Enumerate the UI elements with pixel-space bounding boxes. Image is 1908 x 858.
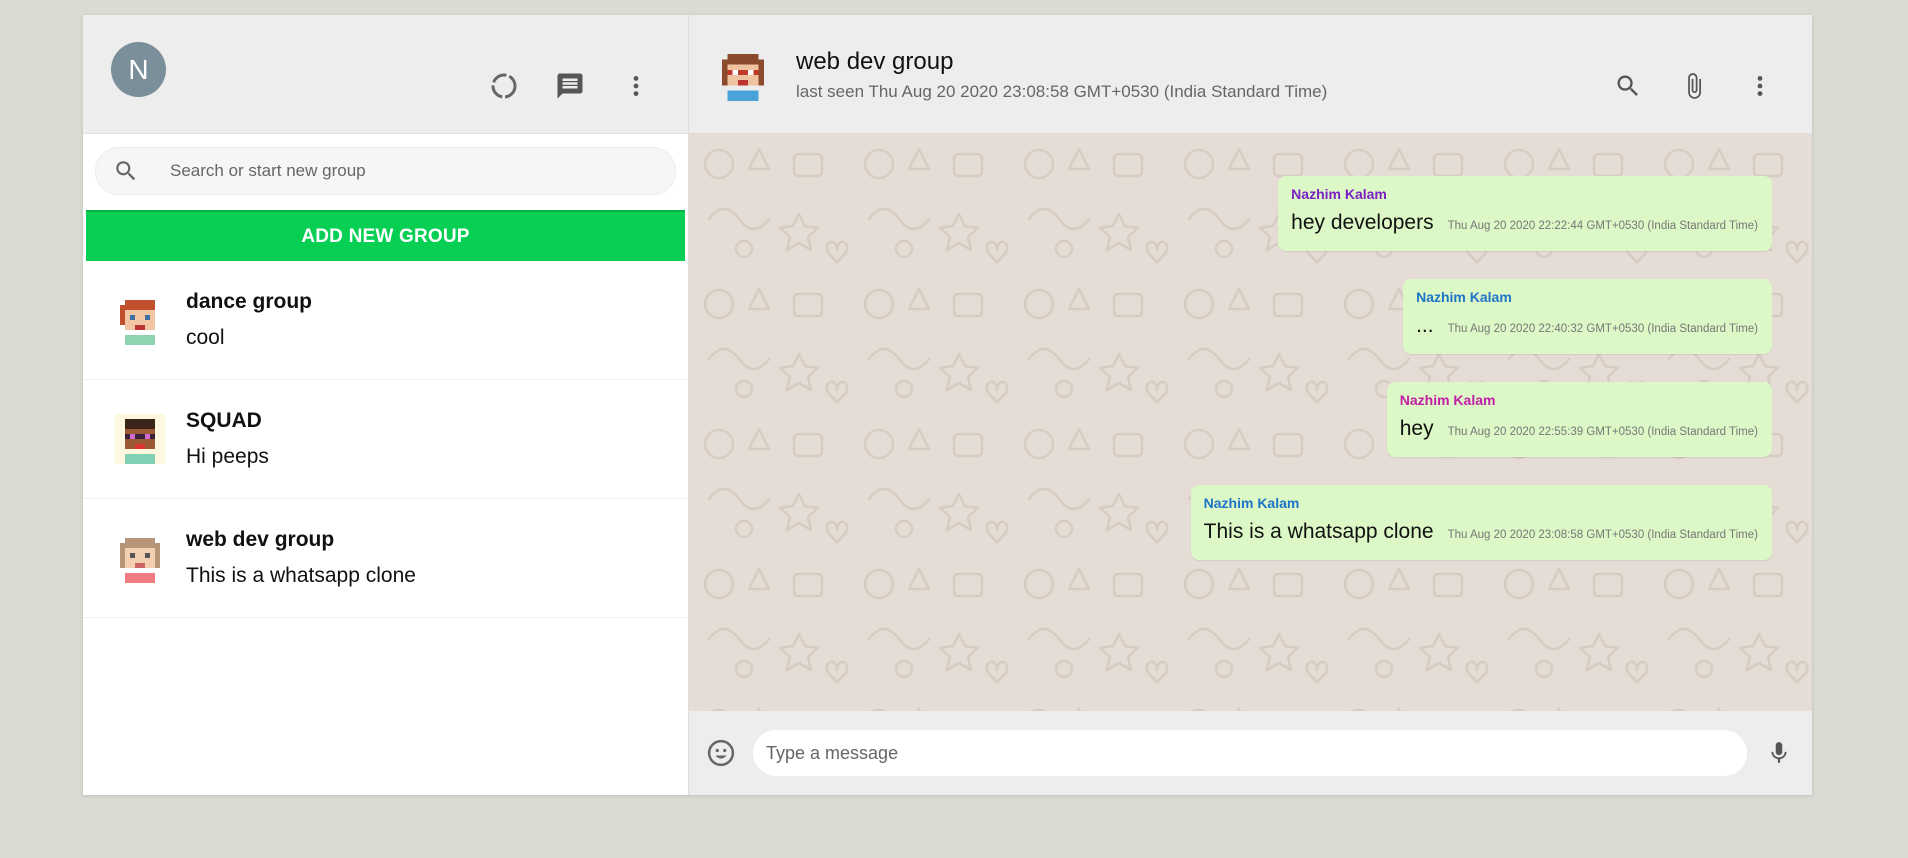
- message-bubble[interactable]: Nazhim Kalam This is a whatsapp clone Th…: [1190, 485, 1772, 560]
- chat-name: web dev group: [186, 528, 335, 551]
- chat-name: dance group: [186, 290, 313, 313]
- message-bubble[interactable]: Nazhim Kalam hey Thu Aug 20 2020 22:55:3…: [1386, 382, 1772, 457]
- message-sender: Nazhim Kalam: [1203, 495, 1300, 511]
- message-timestamp: Thu Aug 20 2020 23:08:58 GMT+0530 (India…: [1447, 529, 1758, 541]
- message-sender: Nazhim Kalam: [1416, 289, 1512, 305]
- chat-item-web-dev-group[interactable]: web dev group This is a whatsapp clone: [83, 499, 688, 618]
- sidebar-header: N: [83, 15, 688, 134]
- chat-avatar[interactable]: [717, 49, 769, 101]
- chat-item-text: SQUAD Hi peeps: [186, 409, 269, 469]
- chat-item-squad[interactable]: SQUAD Hi peeps: [83, 380, 688, 499]
- mic-icon[interactable]: [1763, 737, 1795, 769]
- sidebar-header-icons: [488, 70, 652, 102]
- chat-header: web dev group last seen Thu Aug 20 2020 …: [689, 15, 1812, 134]
- search-icon[interactable]: [1612, 70, 1644, 102]
- chat-item-dance-group[interactable]: dance group cool: [83, 261, 688, 380]
- message-area[interactable]: Nazhim Kalam hey developers Thu Aug 20 2…: [689, 134, 1812, 711]
- message-timestamp: Thu Aug 20 2020 22:55:39 GMT+0530 (India…: [1447, 426, 1758, 438]
- chat-last-message: cool: [186, 326, 225, 349]
- chat-last-message: Hi peeps: [186, 445, 269, 468]
- message-text: This is a whatsapp clone: [1203, 520, 1434, 543]
- message-input[interactable]: [753, 730, 1747, 776]
- message-text: ...: [1416, 314, 1434, 337]
- message-bubble[interactable]: Nazhim Kalam ... Thu Aug 20 2020 22:40:3…: [1403, 279, 1772, 354]
- chat-list: dance group cool SQUAD Hi peeps web dev …: [83, 261, 688, 795]
- chat-last-seen: last seen Thu Aug 20 2020 23:08:58 GMT+0…: [796, 82, 1328, 101]
- message-sender: Nazhim Kalam: [1399, 392, 1496, 408]
- search-bar: [96, 148, 675, 194]
- message-composer: [689, 711, 1812, 795]
- app-window: N Search or start new group ADD NEW GROU…: [83, 15, 1812, 795]
- sidebar: N Search or start new group ADD NEW GROU…: [83, 15, 689, 795]
- more-vert-icon[interactable]: [620, 70, 652, 102]
- chat-item-text: web dev group This is a whatsapp clone: [186, 528, 416, 588]
- chat-name: SQUAD: [186, 409, 262, 432]
- message-sender: Nazhim Kalam: [1291, 186, 1387, 202]
- attach-icon[interactable]: [1678, 70, 1710, 102]
- group-avatar: [115, 414, 165, 464]
- add-new-group-button[interactable]: ADD NEW GROUP: [86, 210, 685, 261]
- search-icon: [110, 155, 142, 187]
- group-avatar: [115, 295, 165, 345]
- search-container: [83, 134, 688, 210]
- message-text: hey developers: [1291, 211, 1434, 234]
- chat-item-text: dance group cool: [186, 290, 312, 350]
- chat-header-icons: [1612, 70, 1776, 102]
- user-avatar[interactable]: N: [111, 42, 166, 97]
- more-vert-icon[interactable]: [1744, 70, 1776, 102]
- search-input[interactable]: [168, 160, 675, 182]
- chat-pane: web dev group last seen Thu Aug 20 2020 …: [689, 15, 1812, 795]
- chat-last-message: This is a whatsapp clone: [186, 564, 416, 587]
- emoji-icon[interactable]: [705, 737, 737, 769]
- message-timestamp: Thu Aug 20 2020 22:22:44 GMT+0530 (India…: [1447, 220, 1758, 232]
- message-text: hey: [1399, 417, 1434, 440]
- message-timestamp: Thu Aug 20 2020 22:40:32 GMT+0530 (India…: [1447, 323, 1758, 335]
- new-chat-icon[interactable]: [554, 70, 586, 102]
- message-bubble[interactable]: Nazhim Kalam hey developers Thu Aug 20 2…: [1278, 176, 1772, 251]
- status-icon[interactable]: [488, 70, 520, 102]
- message-list: Nazhim Kalam hey developers Thu Aug 20 2…: [1190, 176, 1772, 588]
- group-avatar: [115, 533, 165, 583]
- chat-title: web dev group: [796, 48, 954, 75]
